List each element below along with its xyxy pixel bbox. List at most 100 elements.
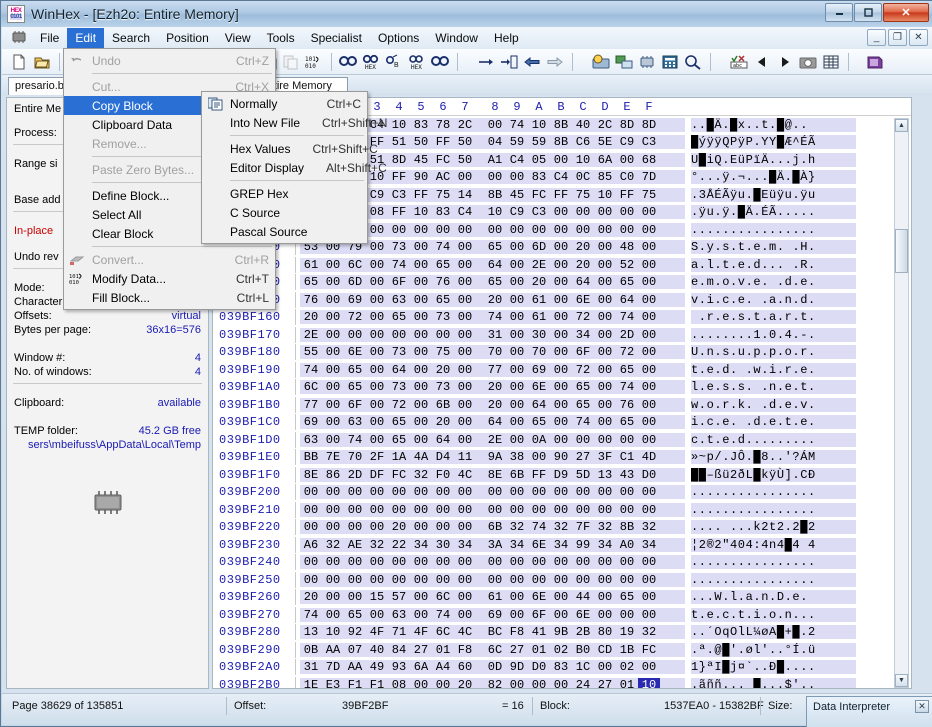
hex-byte[interactable]: 00 <box>454 310 476 324</box>
ascii-text[interactable]: .ÿu.ÿ.█Ä.ÉÃ..... <box>691 205 856 220</box>
menu-search[interactable]: Search <box>104 28 158 48</box>
hex-byte[interactable]: 3F <box>594 450 616 464</box>
hex-byte[interactable]: 8D <box>616 118 638 132</box>
hex-byte[interactable]: 00 <box>366 398 388 412</box>
hex-byte[interactable]: 00 <box>410 415 432 429</box>
hex-bytes[interactable]: 00 00 00 00 20 00 00 00 6B 32 74 32 7F 32 8B 32 <box>300 520 685 535</box>
hex-byte[interactable]: 01 <box>432 643 454 657</box>
hex-byte[interactable]: 00 <box>528 450 550 464</box>
hex-byte[interactable]: 15 <box>366 590 388 604</box>
hex-byte[interactable]: 00 <box>366 310 388 324</box>
hex-byte[interactable]: 00 <box>572 223 594 237</box>
hex-byte[interactable]: 32 <box>638 520 660 534</box>
hex-byte[interactable]: 2B <box>572 625 594 639</box>
ascii-text[interactable]: ..█Ä.█x..t.█@.. <box>691 117 856 132</box>
hex-byte[interactable]: 10 <box>528 118 550 132</box>
hex-bytes[interactable]: 0B AA 07 40 84 27 01 F8 6C 27 01 02 B0 CD 1B FC <box>300 642 685 657</box>
hex-byte[interactable]: 90 <box>550 450 572 464</box>
hex-byte[interactable]: 00 <box>300 503 322 517</box>
hex-row[interactable]: 039BF280 13 10 92 4F 71 4F 6C 4C BC F8 41 9B 2B 80 19 32… <box>213 624 911 642</box>
hex-byte[interactable]: 69 <box>528 363 550 377</box>
hex-byte[interactable]: 65 <box>484 240 506 254</box>
hex-byte[interactable]: 4A <box>410 450 432 464</box>
hex-byte[interactable]: 6E <box>572 293 594 307</box>
hex-byte[interactable]: 41 <box>528 625 550 639</box>
hex-byte[interactable]: 00 <box>410 258 432 272</box>
hex-byte[interactable]: 00 <box>344 503 366 517</box>
hex-bytes[interactable]: 55 00 6E 00 73 00 75 00 70 00 70 00 6F 00 72 00 <box>300 345 685 360</box>
hex-byte[interactable]: 63 <box>344 415 366 429</box>
hex-byte[interactable]: D4 <box>432 450 454 464</box>
hex-byte[interactable]: 00 <box>528 485 550 499</box>
hex-bytes[interactable]: 74 00 65 00 64 00 20 00 77 00 69 00 72 00 65 00 <box>300 362 685 377</box>
hex-bytes[interactable]: 00 00 00 00 00 00 00 00 00 00 00 00 00 00 00 00 <box>300 485 685 500</box>
hex-row[interactable]: 039BF210 00 00 00 00 00 00 00 00 00 00 00 00 00 00 00 00… <box>213 501 911 519</box>
hex-byte[interactable]: 00 <box>454 363 476 377</box>
hex-byte[interactable]: 00 <box>550 433 572 447</box>
ascii-text[interactable]: .r.e.s.t.a.r.t. <box>691 310 856 325</box>
hex-bytes[interactable]: 8E 86 2D DF FC 32 F0 4C 8E 6B FF D9 5D 13 43 D0 <box>300 467 685 482</box>
hex-bytes[interactable]: 00 00 00 00 00 00 00 00 00 00 00 00 00 00 00 00 <box>300 555 685 570</box>
hex-byte[interactable]: 83 <box>528 170 550 184</box>
hex-byte[interactable]: 00 <box>594 485 616 499</box>
ascii-text[interactable]: U.n.s.u.p.p.o.r. <box>691 345 856 360</box>
hex-byte[interactable]: 00 <box>322 415 344 429</box>
hex-byte[interactable]: 0D <box>484 660 506 674</box>
hex-byte[interactable]: 00 <box>550 205 572 219</box>
hex-byte[interactable]: 00 <box>410 678 432 688</box>
menu-item-normally[interactable]: Normally Ctrl+C <box>202 94 367 113</box>
ascii-text[interactable]: .... ...k2t2.2█2 <box>691 520 856 535</box>
hex-byte[interactable]: 00 <box>322 275 344 289</box>
hex-byte[interactable]: 00 <box>506 485 528 499</box>
hex-byte[interactable]: 61 <box>528 310 550 324</box>
scroll-up-arrow[interactable]: ▲ <box>895 119 908 132</box>
menu-specialist[interactable]: Specialist <box>303 28 370 48</box>
hex-byte[interactable]: 6C <box>300 380 322 394</box>
ascii-text[interactable]: S.y.s.t.e.m. .H. <box>691 240 856 255</box>
hex-byte[interactable]: 00 <box>344 555 366 569</box>
hex-byte[interactable]: 8E <box>484 468 506 482</box>
hex-byte[interactable]: 8B <box>550 118 572 132</box>
hex-byte[interactable]: 31 <box>484 328 506 342</box>
hex-byte[interactable]: 45 <box>410 153 432 167</box>
hex-bytes[interactable]: BB 7E 70 2F 1A 4A D4 11 9A 38 00 90 27 3F C1 4D <box>300 450 685 465</box>
hex-byte[interactable]: 99 <box>572 538 594 552</box>
hex-byte[interactable]: 00 <box>410 590 432 604</box>
hex-bytes[interactable]: 65 00 6D 00 6F 00 76 00 65 00 20 00 64 00 65 00 <box>300 275 685 290</box>
table-icon[interactable] <box>820 51 842 73</box>
hex-byte[interactable]: 00 <box>484 223 506 237</box>
hex-byte[interactable]: 00 <box>454 170 476 184</box>
hex-byte[interactable]: 00 <box>638 485 660 499</box>
hex-bytes[interactable]: 00 00 00 00 00 00 00 00 00 00 00 00 00 00 00 00 <box>300 572 685 587</box>
ascii-text[interactable]: e.m.o.v.e. .d.e. <box>691 275 856 290</box>
hex-byte[interactable]: 4F <box>410 625 432 639</box>
hex-byte[interactable]: 1E <box>300 678 322 688</box>
hex-byte[interactable]: 44 <box>572 590 594 604</box>
hex-byte[interactable]: FF <box>388 205 410 219</box>
hex-byte[interactable]: 00 <box>506 240 528 254</box>
hex-byte[interactable]: 10 <box>484 205 506 219</box>
hex-bytes[interactable]: 61 00 6C 00 74 00 65 00 64 00 2E 00 20 00 52 00 <box>300 257 685 272</box>
chip-icon[interactable] <box>636 51 658 73</box>
hex-byte[interactable]: 70 <box>484 345 506 359</box>
hex-byte[interactable]: 59 <box>528 135 550 149</box>
hex-byte[interactable]: 00 <box>594 608 616 622</box>
hex-row[interactable]: 039BF190 74 00 65 00 64 00 20 00 77 00 69 00 72 00 65 00… <box>213 361 911 379</box>
hex-byte[interactable]: E3 <box>322 678 344 688</box>
ascii-text[interactable]: ..´OqOlL¼øA█+█.2 <box>691 625 856 640</box>
hex-byte[interactable]: 30 <box>528 328 550 342</box>
hex-byte[interactable]: 10 <box>410 205 432 219</box>
hex-bytes[interactable]: 77 00 6F 00 72 00 6B 00 20 00 64 00 65 00 76 00 <box>300 397 685 412</box>
hex-byte[interactable]: 20 <box>484 293 506 307</box>
hex-byte[interactable]: 24 <box>572 678 594 688</box>
hex-byte[interactable]: 4C <box>454 468 476 482</box>
hex-byte[interactable]: 00 <box>550 258 572 272</box>
hex-byte[interactable]: 00 <box>572 205 594 219</box>
hex-byte[interactable]: 00 <box>506 223 528 237</box>
hex-byte[interactable]: 65 <box>616 415 638 429</box>
hex-byte[interactable]: 2D <box>344 468 366 482</box>
hex-byte[interactable]: C4 <box>550 170 572 184</box>
hex-row[interactable]: 039BF230 A6 32 AE 32 22 34 30 34 3A 34 6E 34 99 34 A0 34… <box>213 536 911 554</box>
hex-byte[interactable]: 00 <box>528 503 550 517</box>
copy-block-submenu[interactable]: Normally Ctrl+C Into New File Ctrl+Shift+N H… <box>201 91 387 244</box>
